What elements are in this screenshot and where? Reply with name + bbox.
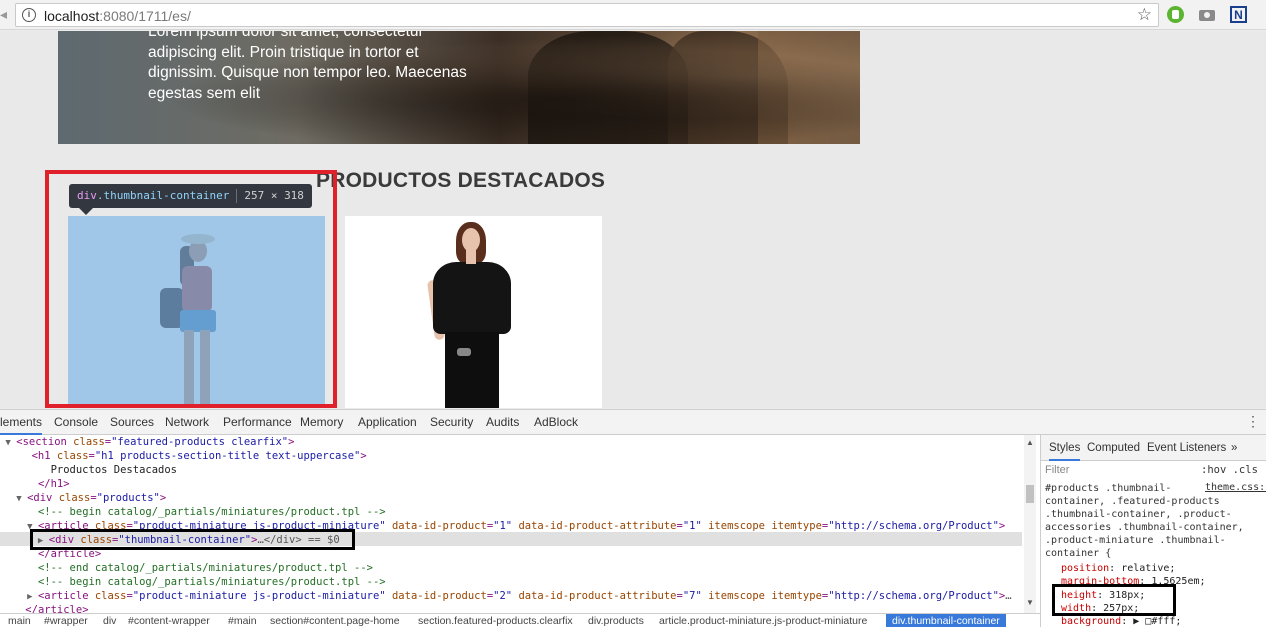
tree-line[interactable]: <!-- begin catalog/_partials/miniatures/…	[0, 575, 386, 589]
back-arrow-icon[interactable]: ◂	[0, 6, 10, 24]
tab-memory[interactable]: Memory	[300, 410, 343, 435]
camera-icon[interactable]	[1199, 6, 1216, 23]
tab-performance[interactable]: Performance	[223, 410, 292, 435]
tree-line[interactable]: ▼ <div class="products">	[0, 491, 166, 505]
tree-line[interactable]: </article>	[0, 603, 88, 613]
tooltip-class: .thumbnail-container	[96, 189, 230, 202]
css-selector-line: container, .featured-products	[1045, 496, 1220, 507]
black-annotation-box	[1052, 584, 1176, 616]
tab-elements[interactable]: lements	[0, 410, 43, 435]
tab-application[interactable]: Application	[358, 410, 417, 435]
black-annotation-box	[30, 529, 355, 550]
hero-text: Lorem ipsum dolor sit amet, consectetur …	[148, 31, 488, 104]
devtools-panel: lements Console Sources Network Performa…	[0, 409, 1266, 627]
tree-line[interactable]: </h1>	[0, 477, 70, 491]
scrollbar-thumb[interactable]	[1026, 485, 1034, 503]
hero-text-line: egestas sem elit	[148, 84, 260, 102]
hero-text-line: Lorem ipsum dolor sit amet, consectetur	[148, 31, 424, 40]
page-viewport: Lorem ipsum dolor sit amet, consectetur …	[0, 31, 1266, 408]
tab-console[interactable]: Console	[54, 410, 98, 435]
css-selector-line: .thumbnail-container, .product-	[1045, 509, 1232, 520]
hero-text-line: dignissim. Quisque non tempor leo. Maece…	[148, 64, 467, 81]
tooltip-dimensions: 257 × 318	[244, 189, 304, 202]
url-host: localhost	[44, 8, 100, 24]
tab-computed[interactable]: Computed	[1087, 435, 1140, 461]
breadcrumb-item[interactable]: #wrapper	[44, 614, 88, 627]
breadcrumb-item[interactable]: div	[103, 614, 116, 627]
tree-line[interactable]: <!-- begin catalog/_partials/miniatures/…	[0, 505, 386, 519]
kebab-menu-icon[interactable]: ⋮	[1246, 414, 1260, 429]
css-selector-line: #products .thumbnail-	[1045, 483, 1172, 494]
scroll-down-icon[interactable]: ▼	[1026, 598, 1034, 607]
breadcrumb-item[interactable]: section.featured-products.clearfix	[418, 614, 573, 627]
more-tabs-icon[interactable]: »	[1231, 435, 1237, 461]
url-text[interactable]: localhost:8080/1711/es/	[44, 8, 191, 24]
url-path: :8080/1711/es/	[99, 8, 191, 24]
tooltip-arrow	[79, 208, 93, 215]
css-selector-line: accessories .thumbnail-container,	[1045, 522, 1244, 533]
tab-styles[interactable]: Styles	[1049, 435, 1081, 461]
inspect-tooltip: div.thumbnail-container 257 × 318	[69, 184, 312, 208]
breadcrumb-item[interactable]: main	[8, 614, 31, 627]
hero-banner[interactable]: Lorem ipsum dolor sit amet, consectetur …	[58, 31, 860, 144]
devtools-tab-bar: lements Console Sources Network Performa…	[0, 410, 1266, 435]
bookmark-star-icon[interactable]: ☆	[1137, 5, 1152, 25]
product-thumbnail-2[interactable]	[345, 216, 602, 408]
scroll-up-icon[interactable]: ▲	[1026, 438, 1034, 447]
breadcrumb-item[interactable]: div.products	[588, 614, 644, 627]
tree-line[interactable]: Productos Destacados	[0, 463, 177, 477]
browser-toolbar: ◂ i localhost:8080/1711/es/ ☆ N	[0, 0, 1266, 30]
styles-filter-input[interactable]: Filter	[1045, 464, 1069, 476]
elements-scrollbar[interactable]: ▲ ▼	[1024, 435, 1036, 613]
breadcrumb-item[interactable]: #content-wrapper	[128, 614, 210, 627]
hero-text-line: adipiscing elit. Proin tristique in tort…	[148, 43, 419, 61]
elements-tree[interactable]: ▼ <section class="featured-products clea…	[0, 435, 1036, 613]
breadcrumb-item[interactable]: section#content.page-home	[270, 614, 400, 627]
tree-line[interactable]: ▼ <section class="featured-products clea…	[0, 435, 294, 449]
hov-cls-toggles[interactable]: :hov .cls	[1201, 464, 1258, 476]
breadcrumb-item[interactable]: article.product-miniature.js-product-min…	[659, 614, 867, 627]
breadcrumb-item[interactable]: #main	[228, 614, 257, 627]
css-selector-line: container {	[1045, 548, 1112, 559]
tab-adblock[interactable]: AdBlock	[534, 410, 578, 435]
styles-pane: Styles Computed Event Listeners » Filter…	[1040, 435, 1266, 627]
tab-security[interactable]: Security	[430, 410, 473, 435]
css-property[interactable]: background: ▶ □#fff;	[1061, 615, 1181, 627]
breadcrumb: main #wrapper div #content-wrapper #main…	[0, 613, 1040, 627]
info-icon[interactable]: i	[22, 8, 36, 22]
css-selector-line: .product-miniature .thumbnail-	[1045, 535, 1226, 546]
breadcrumb-item-active[interactable]: div.thumbnail-container	[886, 614, 1006, 627]
section-title: PRODUCTOS DESTACADOS	[316, 169, 606, 192]
css-property[interactable]: position: relative;	[1061, 562, 1175, 575]
extension-n-icon[interactable]: N	[1230, 6, 1247, 23]
tab-event-listeners[interactable]: Event Listeners	[1147, 435, 1226, 461]
css-source-link[interactable]: theme.css:6	[1205, 482, 1266, 493]
address-bar[interactable]: i localhost:8080/1711/es/ ☆	[15, 3, 1159, 27]
tree-line[interactable]: <!-- end catalog/_partials/miniatures/pr…	[0, 561, 373, 575]
tab-audits[interactable]: Audits	[486, 410, 519, 435]
tree-line[interactable]: <h1 class="h1 products-section-title tex…	[0, 449, 367, 463]
extension-green-icon[interactable]	[1167, 6, 1184, 23]
tree-line[interactable]: ▶ <article class="product-miniature js-p…	[0, 589, 1012, 603]
tab-network[interactable]: Network	[165, 410, 209, 435]
styles-tab-bar: Styles Computed Event Listeners »	[1041, 435, 1266, 461]
tab-sources[interactable]: Sources	[110, 410, 154, 435]
tooltip-tag: div	[77, 189, 97, 202]
